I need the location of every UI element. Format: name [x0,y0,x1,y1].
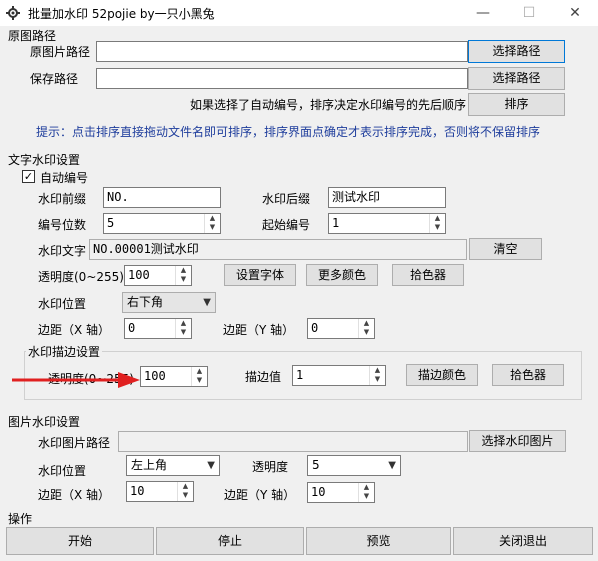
stepper-up-icon[interactable]: ▲ [370,366,385,375]
start-number-stepper[interactable]: 1 ▲ ▼ [328,213,446,234]
digits-label: 编号位数 [38,218,87,232]
choose-save-path-button[interactable]: 选择路径 [468,67,565,90]
stepper-down-icon[interactable]: ▼ [176,328,191,337]
annotation-arrow-icon [12,372,140,388]
chevron-down-icon: ▼ [207,460,215,471]
stepper-down-icon[interactable]: ▼ [359,492,374,501]
position-value: 右下角 [127,295,164,309]
stepper-down-icon[interactable]: ▼ [205,223,220,232]
more-colors-button[interactable]: 更多颜色 [306,264,378,286]
prefix-label: 水印前缀 [38,192,87,206]
save-path-input[interactable] [96,68,468,89]
start-number-label: 起始编号 [262,218,311,232]
margin-y-value: 0 [311,321,319,335]
stepper-up-icon[interactable]: ▲ [176,266,191,275]
chevron-down-icon: ▼ [388,460,396,471]
stepper-down-icon[interactable]: ▼ [176,275,191,284]
sort-note: 如果选择了自动编号，排序决定水印编号的先后顺序 [190,98,467,112]
stroke-width-stepper[interactable]: 1 ▲ ▼ [292,365,386,386]
image-opacity-value: 5 [312,458,320,472]
image-path-label: 水印图片路径 [38,436,111,450]
maximize-button[interactable]: ☐ [506,0,552,26]
image-margin-x-label: 边距（X 轴） [38,488,111,502]
preview-button[interactable]: 预览 [306,527,451,555]
stepper-down-icon[interactable]: ▼ [178,491,193,500]
stroke-width-label: 描边值 [245,370,282,384]
set-font-button[interactable]: 设置字体 [224,264,296,286]
position-select[interactable]: 右下角 ▼ [122,292,216,313]
stroke-opacity-stepper[interactable]: 100 ▲ ▼ [140,366,208,387]
app-gear-icon [6,6,20,20]
watermark-text-label: 水印文字 [38,244,87,258]
digits-stepper[interactable]: 5 ▲ ▼ [103,213,221,234]
sort-tip: 提示：点击排序直接拖动文件名即可排序，排序界面点确定才表示排序完成，否则将不保留… [36,125,541,139]
margin-y-stepper[interactable]: 0 ▲ ▼ [307,318,375,339]
stroke-width-value: 1 [296,368,304,382]
margin-x-value: 0 [128,321,136,335]
image-margin-y-value: 10 [311,485,326,499]
opacity-stepper[interactable]: 100 ▲ ▼ [124,265,192,286]
margin-x-stepper[interactable]: 0 ▲ ▼ [124,318,192,339]
image-path-label: 原图片路径 [30,45,91,59]
image-margin-x-stepper[interactable]: 10 ▲ ▼ [126,481,194,502]
image-opacity-select[interactable]: 5 ▼ [307,455,401,476]
stepper-up-icon[interactable]: ▲ [359,483,374,492]
window-title: 批量加水印 52pojie by一只小黑兔 [28,7,215,21]
auto-number-label: 自动编号 [40,171,89,185]
stepper-down-icon[interactable]: ▼ [192,376,207,385]
image-path-input[interactable] [96,41,468,62]
opacity-label: 透明度(0~255) [38,270,124,284]
close-exit-button[interactable]: 关闭退出 [453,527,593,555]
image-margin-x-value: 10 [130,484,145,498]
stop-button[interactable]: 停止 [156,527,304,555]
group-label-stroke: 水印描边设置 [26,343,103,360]
image-position-label: 水印位置 [38,464,87,478]
choose-image-path-button[interactable]: 选择路径 [468,40,565,63]
stepper-up-icon[interactable]: ▲ [192,367,207,376]
digits-value: 5 [107,216,115,230]
image-margin-y-stepper[interactable]: 10 ▲ ▼ [307,482,375,503]
close-window-button[interactable]: ✕ [552,0,598,26]
stepper-up-icon[interactable]: ▲ [178,482,193,491]
clear-button[interactable]: 清空 [469,238,542,260]
suffix-input[interactable]: 测试水印 [328,187,446,208]
position-label: 水印位置 [38,297,87,311]
watermark-image-path-field[interactable] [118,431,468,452]
group-label-text-watermark: 文字水印设置 [8,153,81,167]
image-position-select[interactable]: 左上角 ▼ [126,455,220,476]
group-label-image-watermark: 图片水印设置 [8,415,81,429]
start-button[interactable]: 开始 [6,527,154,555]
stroke-color-button[interactable]: 描边颜色 [406,364,478,386]
stepper-up-icon[interactable]: ▲ [430,214,445,223]
chevron-down-icon: ▼ [203,297,211,308]
margin-y-label: 边距（Y 轴） [223,323,295,337]
image-position-value: 左上角 [131,458,168,472]
watermark-text-field[interactable]: NO.00001测试水印 [89,239,467,260]
stepper-down-icon[interactable]: ▼ [359,328,374,337]
group-label-actions: 操作 [8,512,33,526]
auto-number-checkbox[interactable]: ✓ [22,170,35,183]
stroke-opacity-value: 100 [144,369,166,383]
image-margin-y-label: 边距（Y 轴） [224,488,296,502]
save-path-label: 保存路径 [30,72,79,86]
stroke-picker-button[interactable]: 拾色器 [492,364,564,386]
opacity-value: 100 [128,268,150,282]
color-picker-button[interactable]: 拾色器 [392,264,464,286]
stepper-down-icon[interactable]: ▼ [370,375,385,384]
sort-button[interactable]: 排序 [468,93,565,116]
group-label-source: 原图路径 [8,29,57,43]
image-opacity-label: 透明度 [252,460,289,474]
suffix-label: 水印后缀 [262,192,311,206]
stepper-up-icon[interactable]: ▲ [176,319,191,328]
stepper-up-icon[interactable]: ▲ [205,214,220,223]
prefix-input[interactable]: NO. [103,187,221,208]
stepper-up-icon[interactable]: ▲ [359,319,374,328]
minimize-button[interactable]: — [460,0,506,26]
start-number-value: 1 [332,216,340,230]
stepper-down-icon[interactable]: ▼ [430,223,445,232]
choose-watermark-image-button[interactable]: 选择水印图片 [469,430,566,452]
margin-x-label: 边距（X 轴） [38,323,111,337]
